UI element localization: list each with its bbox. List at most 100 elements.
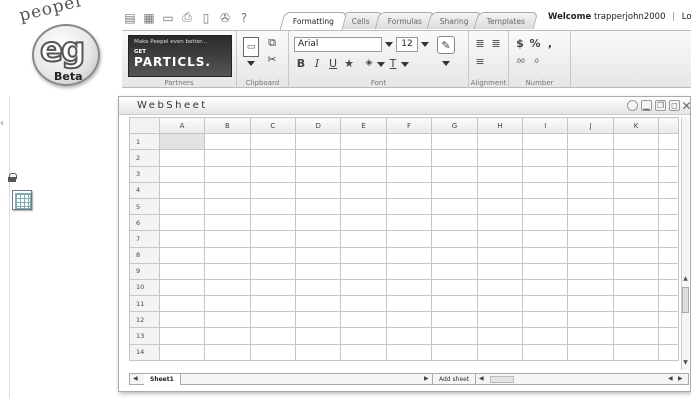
grid-cell[interactable] xyxy=(385,295,433,313)
websheet-titlebar[interactable]: WebSheet ▁ ❐ ◻ ✕ xyxy=(119,97,691,115)
grid-cell[interactable] xyxy=(522,165,569,183)
grid-cell[interactable] xyxy=(476,327,524,345)
grid-cell[interactable] xyxy=(476,230,524,248)
sheet-tab-sheet1[interactable]: Sheet1 xyxy=(144,374,181,385)
grid-cell[interactable] xyxy=(522,343,569,361)
currency-button[interactable]: $ xyxy=(515,37,525,50)
grid-cell[interactable] xyxy=(658,133,679,151)
grid-cell[interactable] xyxy=(431,197,478,216)
row-header[interactable]: 3 xyxy=(129,165,160,183)
grid-cell[interactable] xyxy=(567,278,614,297)
grid-cell[interactable] xyxy=(204,295,251,313)
grid-cell[interactable] xyxy=(658,327,679,345)
grid-cell[interactable] xyxy=(431,181,478,199)
grid-cell[interactable] xyxy=(567,181,614,199)
add-sheet-button[interactable]: Add sheet xyxy=(432,374,477,385)
sidebar-collapse-handle[interactable]: ‹ xyxy=(0,118,4,129)
grid-cell[interactable] xyxy=(612,343,660,361)
cut-icon[interactable]: ✂ xyxy=(265,53,279,66)
row-header[interactable]: 11 xyxy=(129,295,160,313)
grid-cell[interactable] xyxy=(567,327,614,345)
hscroll-left-icon[interactable]: ◀ xyxy=(479,375,484,382)
grid-cell[interactable] xyxy=(158,295,206,313)
row-header[interactable]: 4 xyxy=(129,181,160,199)
grid-cell[interactable] xyxy=(385,327,433,345)
column-header-c[interactable]: C xyxy=(249,117,297,135)
column-header-e[interactable]: E xyxy=(340,117,387,135)
grid-cell[interactable] xyxy=(431,149,478,167)
grid-cell[interactable] xyxy=(204,133,251,151)
grid-cell[interactable] xyxy=(249,197,297,216)
grid-cell[interactable] xyxy=(658,311,679,329)
grid-cell[interactable] xyxy=(522,214,569,232)
grid-cell[interactable] xyxy=(612,133,660,151)
grid-cell[interactable] xyxy=(522,262,569,280)
grid-cell[interactable] xyxy=(612,165,660,183)
grid-cell[interactable] xyxy=(340,165,387,183)
grid-cell[interactable] xyxy=(612,230,660,248)
grid-cell[interactable] xyxy=(158,278,206,297)
grid-cell[interactable] xyxy=(431,311,478,329)
grid-cell[interactable] xyxy=(612,311,660,329)
grid-cell[interactable] xyxy=(567,246,614,264)
grid-cell[interactable] xyxy=(294,327,342,345)
row-header[interactable]: 10 xyxy=(129,278,160,297)
grid-cell[interactable] xyxy=(385,311,433,329)
grid-cell[interactable] xyxy=(567,230,614,248)
grid-cell[interactable] xyxy=(522,133,569,151)
grid-cell[interactable] xyxy=(294,278,342,297)
grid-cell[interactable] xyxy=(476,197,524,216)
grid-cell[interactable] xyxy=(476,343,524,361)
grid-cell[interactable] xyxy=(249,262,297,280)
row-header[interactable]: 13 xyxy=(129,327,160,345)
grid-cell[interactable] xyxy=(522,295,569,313)
grid-cell[interactable] xyxy=(612,197,660,216)
grid-cell[interactable] xyxy=(340,181,387,199)
grid-cell[interactable] xyxy=(567,343,614,361)
grid-cell[interactable] xyxy=(249,149,297,167)
grid-cell[interactable] xyxy=(476,262,524,280)
grid-cell[interactable] xyxy=(158,246,206,264)
grid-cell[interactable] xyxy=(431,230,478,248)
grid-cell[interactable] xyxy=(249,181,297,199)
grid-cell[interactable] xyxy=(385,165,433,183)
column-header-f[interactable]: F xyxy=(385,117,433,135)
column-header-k[interactable]: K xyxy=(612,117,660,135)
text-color-dropdown-icon[interactable] xyxy=(401,62,409,67)
grid-cell[interactable] xyxy=(204,197,251,216)
grid-cell[interactable] xyxy=(612,246,660,264)
minimize-icon[interactable]: ▁ xyxy=(641,100,652,111)
grid-cell[interactable] xyxy=(476,149,524,167)
new-icon[interactable]: ▤ xyxy=(122,10,138,25)
grid-cell[interactable] xyxy=(658,181,679,199)
websheet-app-icon[interactable] xyxy=(12,190,32,210)
grid-cell[interactable] xyxy=(431,343,478,361)
vertical-scroll-thumb[interactable] xyxy=(682,287,689,313)
row-header[interactable]: 2 xyxy=(129,149,160,167)
row-header[interactable]: 7 xyxy=(129,230,160,248)
tab-formatting[interactable]: Formatting xyxy=(279,12,348,30)
lock-icon[interactable] xyxy=(8,173,17,182)
scroll-down-icon[interactable]: ▼ xyxy=(682,359,689,366)
logout-link[interactable]: Logou xyxy=(682,12,691,22)
grid-cell[interactable] xyxy=(294,165,342,183)
grid-cell[interactable] xyxy=(204,214,251,232)
grid-cell[interactable] xyxy=(658,262,679,280)
grid-cell[interactable] xyxy=(340,295,387,313)
grid-cell[interactable] xyxy=(249,165,297,183)
column-header-j[interactable]: J xyxy=(567,117,614,135)
grid-cell[interactable] xyxy=(294,181,342,199)
grid-cell[interactable] xyxy=(522,197,569,216)
grid-cell[interactable] xyxy=(204,262,251,280)
grid-cell[interactable] xyxy=(612,181,660,199)
font-size-dropdown-icon[interactable] xyxy=(421,42,429,47)
grid-cell[interactable] xyxy=(249,295,297,313)
restore-icon[interactable]: ❐ xyxy=(655,100,666,111)
grid-cell[interactable] xyxy=(658,295,679,313)
grid-cell[interactable] xyxy=(385,214,433,232)
decrease-decimal-button[interactable]: .0 xyxy=(529,55,543,67)
grid-cell[interactable] xyxy=(522,181,569,199)
print-icon[interactable]: ⎙ xyxy=(179,10,195,25)
particls-promo[interactable]: Make Peepel even better... GET PARTICLS. xyxy=(128,35,232,77)
grid-cell[interactable] xyxy=(294,343,342,361)
